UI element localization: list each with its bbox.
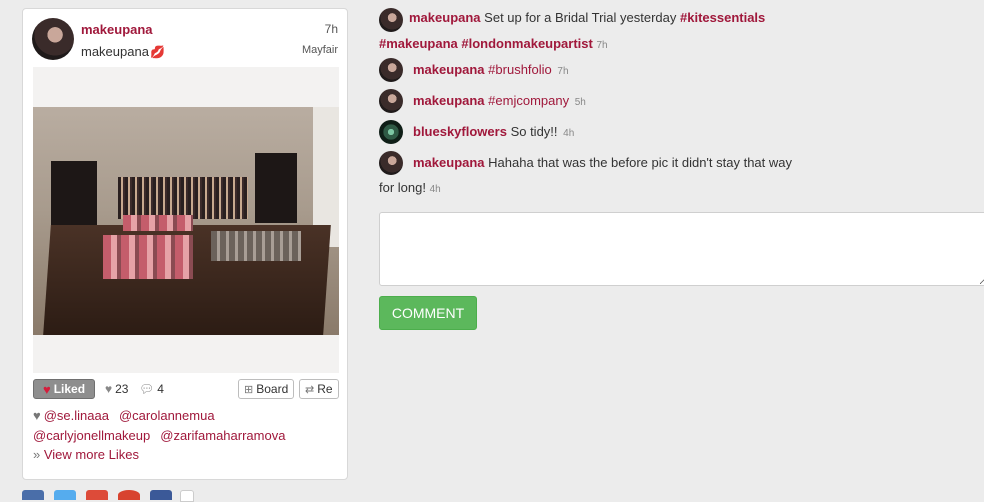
liker-link[interactable]: @carlyjonellmakeup [33, 428, 150, 443]
liked-button[interactable]: ♥ Liked [33, 379, 95, 399]
plus-square-icon: ⊞ [244, 383, 254, 396]
tumblr-share-icon[interactable] [150, 490, 172, 500]
post-location[interactable]: Mayfair [302, 44, 338, 56]
comment-username[interactable]: makeupana [413, 155, 485, 170]
repost-label: Re [317, 382, 333, 396]
post-display-name: makeupana💋 [81, 44, 165, 59]
comment-count-value: 4 [157, 382, 164, 396]
twitter-share-icon[interactable] [54, 490, 76, 500]
liked-label: Liked [53, 382, 86, 396]
comment-time: 4h [563, 128, 575, 139]
comment-username[interactable]: makeupana [409, 10, 481, 25]
comment-count[interactable]: 💬︎ 4 [139, 382, 164, 396]
hashtag-link[interactable]: #emjcompany [488, 93, 569, 108]
post-time: 7h [324, 22, 338, 36]
heart-icon: ♥ [33, 408, 41, 423]
comment-time: 4h [429, 184, 441, 195]
comment-username[interactable]: blueskyflowers [413, 124, 507, 139]
heart-outline-icon: ♥ [105, 382, 113, 396]
post-actions: ♥ Liked ♥ 23 💬︎ 4 ⊞ Board ⇄ Re [33, 379, 339, 401]
retweet-icon: ⇄ [305, 383, 315, 396]
view-more-label: View more Likes [43, 447, 139, 462]
comment-text-cont: for long! [379, 180, 426, 195]
google-plus-share-icon[interactable] [86, 490, 108, 500]
comment-text: Set up for a Bridal Trial yesterday [484, 10, 677, 25]
comment-input[interactable] [379, 212, 984, 286]
comment-time: 5h [574, 97, 586, 108]
liker-link[interactable]: @carolannemua [119, 408, 215, 423]
liker-link[interactable]: @zarifamaharramova [160, 428, 285, 443]
comment-time: 7h [596, 40, 608, 51]
avatar[interactable] [379, 89, 403, 113]
hashtag-link[interactable]: #brushfolio [488, 62, 552, 77]
speech-bubble-icon: 💬︎ [139, 382, 155, 396]
hashtag-link[interactable]: #kitessentials [680, 10, 765, 25]
comment-continuation: #makeupana #londonmakeupartist 7h [379, 36, 608, 51]
comment-text: Hahaha that was the before pic it didn't… [488, 155, 792, 170]
liker-link[interactable]: @se.linaaa [44, 408, 109, 423]
post-username[interactable]: makeupana [81, 22, 153, 37]
avatar[interactable] [379, 151, 403, 175]
board-button[interactable]: ⊞ Board [238, 379, 295, 399]
more-share-icon[interactable] [180, 490, 194, 502]
like-count[interactable]: ♥ 23 [105, 382, 128, 396]
repost-button[interactable]: ⇄ Re [299, 379, 339, 399]
double-chevron-icon: » [33, 447, 41, 462]
kiss-emoji-icon: 💋 [149, 45, 165, 59]
makeup-table-photo-icon [33, 107, 339, 335]
board-label: Board [256, 382, 289, 396]
like-count-value: 23 [115, 382, 129, 396]
post-card: makeupana makeupana💋 7h Mayfair ♥ Liked … [22, 8, 348, 480]
comment-text: So tidy!! [510, 124, 558, 139]
comment-time: 7h [557, 66, 569, 77]
avatar[interactable] [379, 8, 403, 32]
view-more-likes-link[interactable]: » View more Likes [33, 447, 139, 462]
avatar[interactable] [379, 58, 403, 82]
comment-username[interactable]: makeupana [413, 62, 485, 77]
avatar[interactable] [379, 120, 403, 144]
facebook-share-icon[interactable] [22, 490, 44, 500]
hashtag-link[interactable]: #makeupana #londonmakeupartist [379, 36, 593, 51]
comment-username[interactable]: makeupana [413, 93, 485, 108]
display-name-text: makeupana [81, 44, 149, 59]
avatar[interactable] [32, 18, 74, 60]
pinterest-share-icon[interactable] [118, 490, 140, 500]
heart-icon: ♥ [42, 381, 51, 397]
post-photo[interactable] [33, 67, 339, 373]
comment-continuation: for long! 4h [379, 180, 441, 195]
comment-button[interactable]: COMMENT [379, 296, 477, 330]
likers-list: ♥ @se.linaaa @carolannemua @carlyjonellmak… [33, 406, 339, 446]
